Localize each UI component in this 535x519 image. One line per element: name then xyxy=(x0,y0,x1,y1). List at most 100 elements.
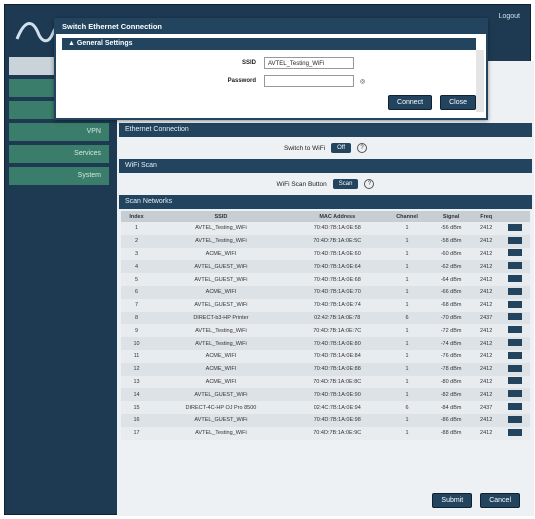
sidebar-item-services[interactable]: Services xyxy=(9,145,109,163)
table-cell: 70:4D:7B:1A:0E:8C xyxy=(289,375,385,389)
select-network-button[interactable] xyxy=(507,403,522,411)
table-cell: -86 dBm xyxy=(429,413,473,427)
scan-button[interactable]: Scan xyxy=(332,179,359,189)
table-cell: 10 xyxy=(121,337,152,350)
password-row: Password ◎ xyxy=(56,72,486,90)
table-cell: 6 xyxy=(121,285,152,299)
table-cell: 1 xyxy=(121,222,152,235)
select-network-button[interactable] xyxy=(507,415,522,423)
submit-button[interactable]: Submit xyxy=(432,493,473,508)
dialog-title: Switch Ethernet Connection xyxy=(56,20,486,34)
table-cell: 2412 xyxy=(472,273,500,286)
table-cell: 1 xyxy=(384,337,430,350)
table-cell: 02:4C:7B:1A:0E:94 xyxy=(289,401,385,414)
table-cell: -82 dBm xyxy=(429,388,473,402)
select-network-button[interactable] xyxy=(507,428,522,436)
dialog-scrollbar[interactable] xyxy=(476,50,484,112)
table-cell: 2412 xyxy=(472,362,500,376)
connect-button[interactable]: Connect xyxy=(388,95,433,110)
switch-wifi-label: Switch to WiFi xyxy=(283,144,326,152)
dialog-actions: Connect Close xyxy=(388,95,476,110)
ssid-input[interactable]: AVTEL_Testing_WiFi xyxy=(264,57,354,69)
general-settings-header[interactable]: ▲ General Settings xyxy=(62,38,476,50)
table-cell: 15 xyxy=(121,401,152,414)
select-network-button[interactable] xyxy=(507,364,522,372)
table-row: 13 ACME_WIFI 70:4D:7B:1A:0E:8C 1 -80 dBm 2412 xyxy=(121,375,530,389)
switch-wifi-toggle[interactable]: Off xyxy=(331,143,352,153)
table-cell: -66 dBm xyxy=(429,285,473,299)
table-cell: AVTEL_GUEST_WiFi xyxy=(152,298,290,312)
table-cell: 2412 xyxy=(472,260,500,274)
table-row: 9 AVTEL_Testing_WiFi 70:4D:7B:1A:0E:7C 1 -72… xyxy=(121,324,530,338)
table-row: 2 AVTEL_Testing_WiFi 70:4D:7B:1A:0E:5C 1 -58… xyxy=(121,234,530,248)
row-action xyxy=(499,298,530,312)
select-network-button[interactable] xyxy=(507,326,522,334)
table-cell: 2412 xyxy=(472,388,500,402)
networks-table: Index SSID MAC Address Channel Signal Fr… xyxy=(121,211,530,440)
table-row: 10 AVTEL_Testing_WiFi 70:4D:7B:1A:0E:80 1 -7… xyxy=(121,337,530,350)
row-action xyxy=(499,362,530,376)
table-cell: 70:4D:7B:1A:0E:68 xyxy=(289,273,385,286)
table-cell: 1 xyxy=(384,362,430,376)
table-cell: 2412 xyxy=(472,222,500,235)
table-cell: 70:4D:7B:1A:0E:88 xyxy=(289,362,385,376)
password-input[interactable] xyxy=(264,75,354,87)
select-network-button[interactable] xyxy=(507,313,522,321)
table-row: 17 AVTEL_Testing_WiFi 70:4D:7B:1A:0E:9C 1 -8… xyxy=(121,426,530,440)
switch-ethernet-dialog: Switch Ethernet Connection ▲ General Set… xyxy=(54,18,488,120)
row-action xyxy=(499,273,530,286)
table-cell: AVTEL_Testing_WiFi xyxy=(152,426,290,440)
table-cell: AVTEL_GUEST_WiFi xyxy=(152,388,290,402)
table-cell: 1 xyxy=(384,375,430,389)
row-action xyxy=(499,413,530,427)
table-row: 7 AVTEL_GUEST_WiFi 70:4D:7B:1A:0E:74 1 -68 d… xyxy=(121,298,530,312)
table-cell: -58 dBm xyxy=(429,234,473,248)
cancel-button[interactable]: Cancel xyxy=(480,493,520,508)
close-button[interactable]: Close xyxy=(440,95,476,110)
sidebar-item-system[interactable]: System xyxy=(9,167,109,185)
select-network-button[interactable] xyxy=(507,351,522,359)
table-cell: AVTEL_GUEST_WiFi xyxy=(152,413,290,427)
row-action xyxy=(499,285,530,299)
select-network-button[interactable] xyxy=(507,339,522,347)
select-network-button[interactable] xyxy=(507,275,522,283)
table-cell: 2412 xyxy=(472,324,500,338)
table-cell: ACME_WIFI xyxy=(152,247,290,261)
help-icon[interactable]: ? xyxy=(364,179,375,189)
select-network-button[interactable] xyxy=(507,287,522,295)
table-cell: 12 xyxy=(121,362,152,376)
table-row: 16 AVTEL_GUEST_WiFi 70:4D:7B:1A:0E:98 1 -86 … xyxy=(121,413,530,427)
table-cell: 70:4D:7B:1A:0E:84 xyxy=(289,349,385,363)
help-icon[interactable]: ? xyxy=(357,143,368,153)
select-network-button[interactable] xyxy=(507,223,522,231)
table-row: 4 AVTEL_GUEST_WiFi 70:4D:7B:1A:0E:64 1 -62 d… xyxy=(121,260,530,274)
show-password-icon[interactable]: ◎ xyxy=(360,78,365,85)
table-cell: 2412 xyxy=(472,298,500,312)
table-cell: -88 dBm xyxy=(429,426,473,440)
row-action xyxy=(499,375,530,389)
table-cell: 13 xyxy=(121,375,152,389)
select-network-button[interactable] xyxy=(507,300,522,308)
table-cell: 70:4D:7B:1A:0E:70 xyxy=(289,285,385,299)
ssid-row: SSID AVTEL_Testing_WiFi xyxy=(56,54,486,72)
table-cell: -68 dBm xyxy=(429,298,473,312)
table-cell: 70:4D:7B:1A:0E:58 xyxy=(289,222,385,235)
select-network-button[interactable] xyxy=(507,390,522,398)
table-cell: 1 xyxy=(384,324,430,338)
table-cell: 2412 xyxy=(472,413,500,427)
table-cell: DIRECT-4C-HP OJ Pro 8500 xyxy=(152,401,290,414)
select-network-button[interactable] xyxy=(507,236,522,244)
table-cell: ACME_WIFI xyxy=(152,362,290,376)
col-freq: Freq xyxy=(472,211,500,222)
select-network-button[interactable] xyxy=(507,262,522,270)
sidebar-item-vpn[interactable]: VPN xyxy=(9,123,109,141)
logout-link[interactable]: Logout xyxy=(499,13,520,20)
table-cell: -60 dBm xyxy=(429,247,473,261)
select-network-button[interactable] xyxy=(507,249,522,257)
table-cell: 1 xyxy=(384,234,430,248)
row-action xyxy=(499,311,530,325)
select-network-button[interactable] xyxy=(507,377,522,385)
table-cell: 16 xyxy=(121,413,152,427)
table-cell: AVTEL_Testing_WiFi xyxy=(152,324,290,338)
table-cell: 70:4D:7B:1A:0E:64 xyxy=(289,260,385,274)
